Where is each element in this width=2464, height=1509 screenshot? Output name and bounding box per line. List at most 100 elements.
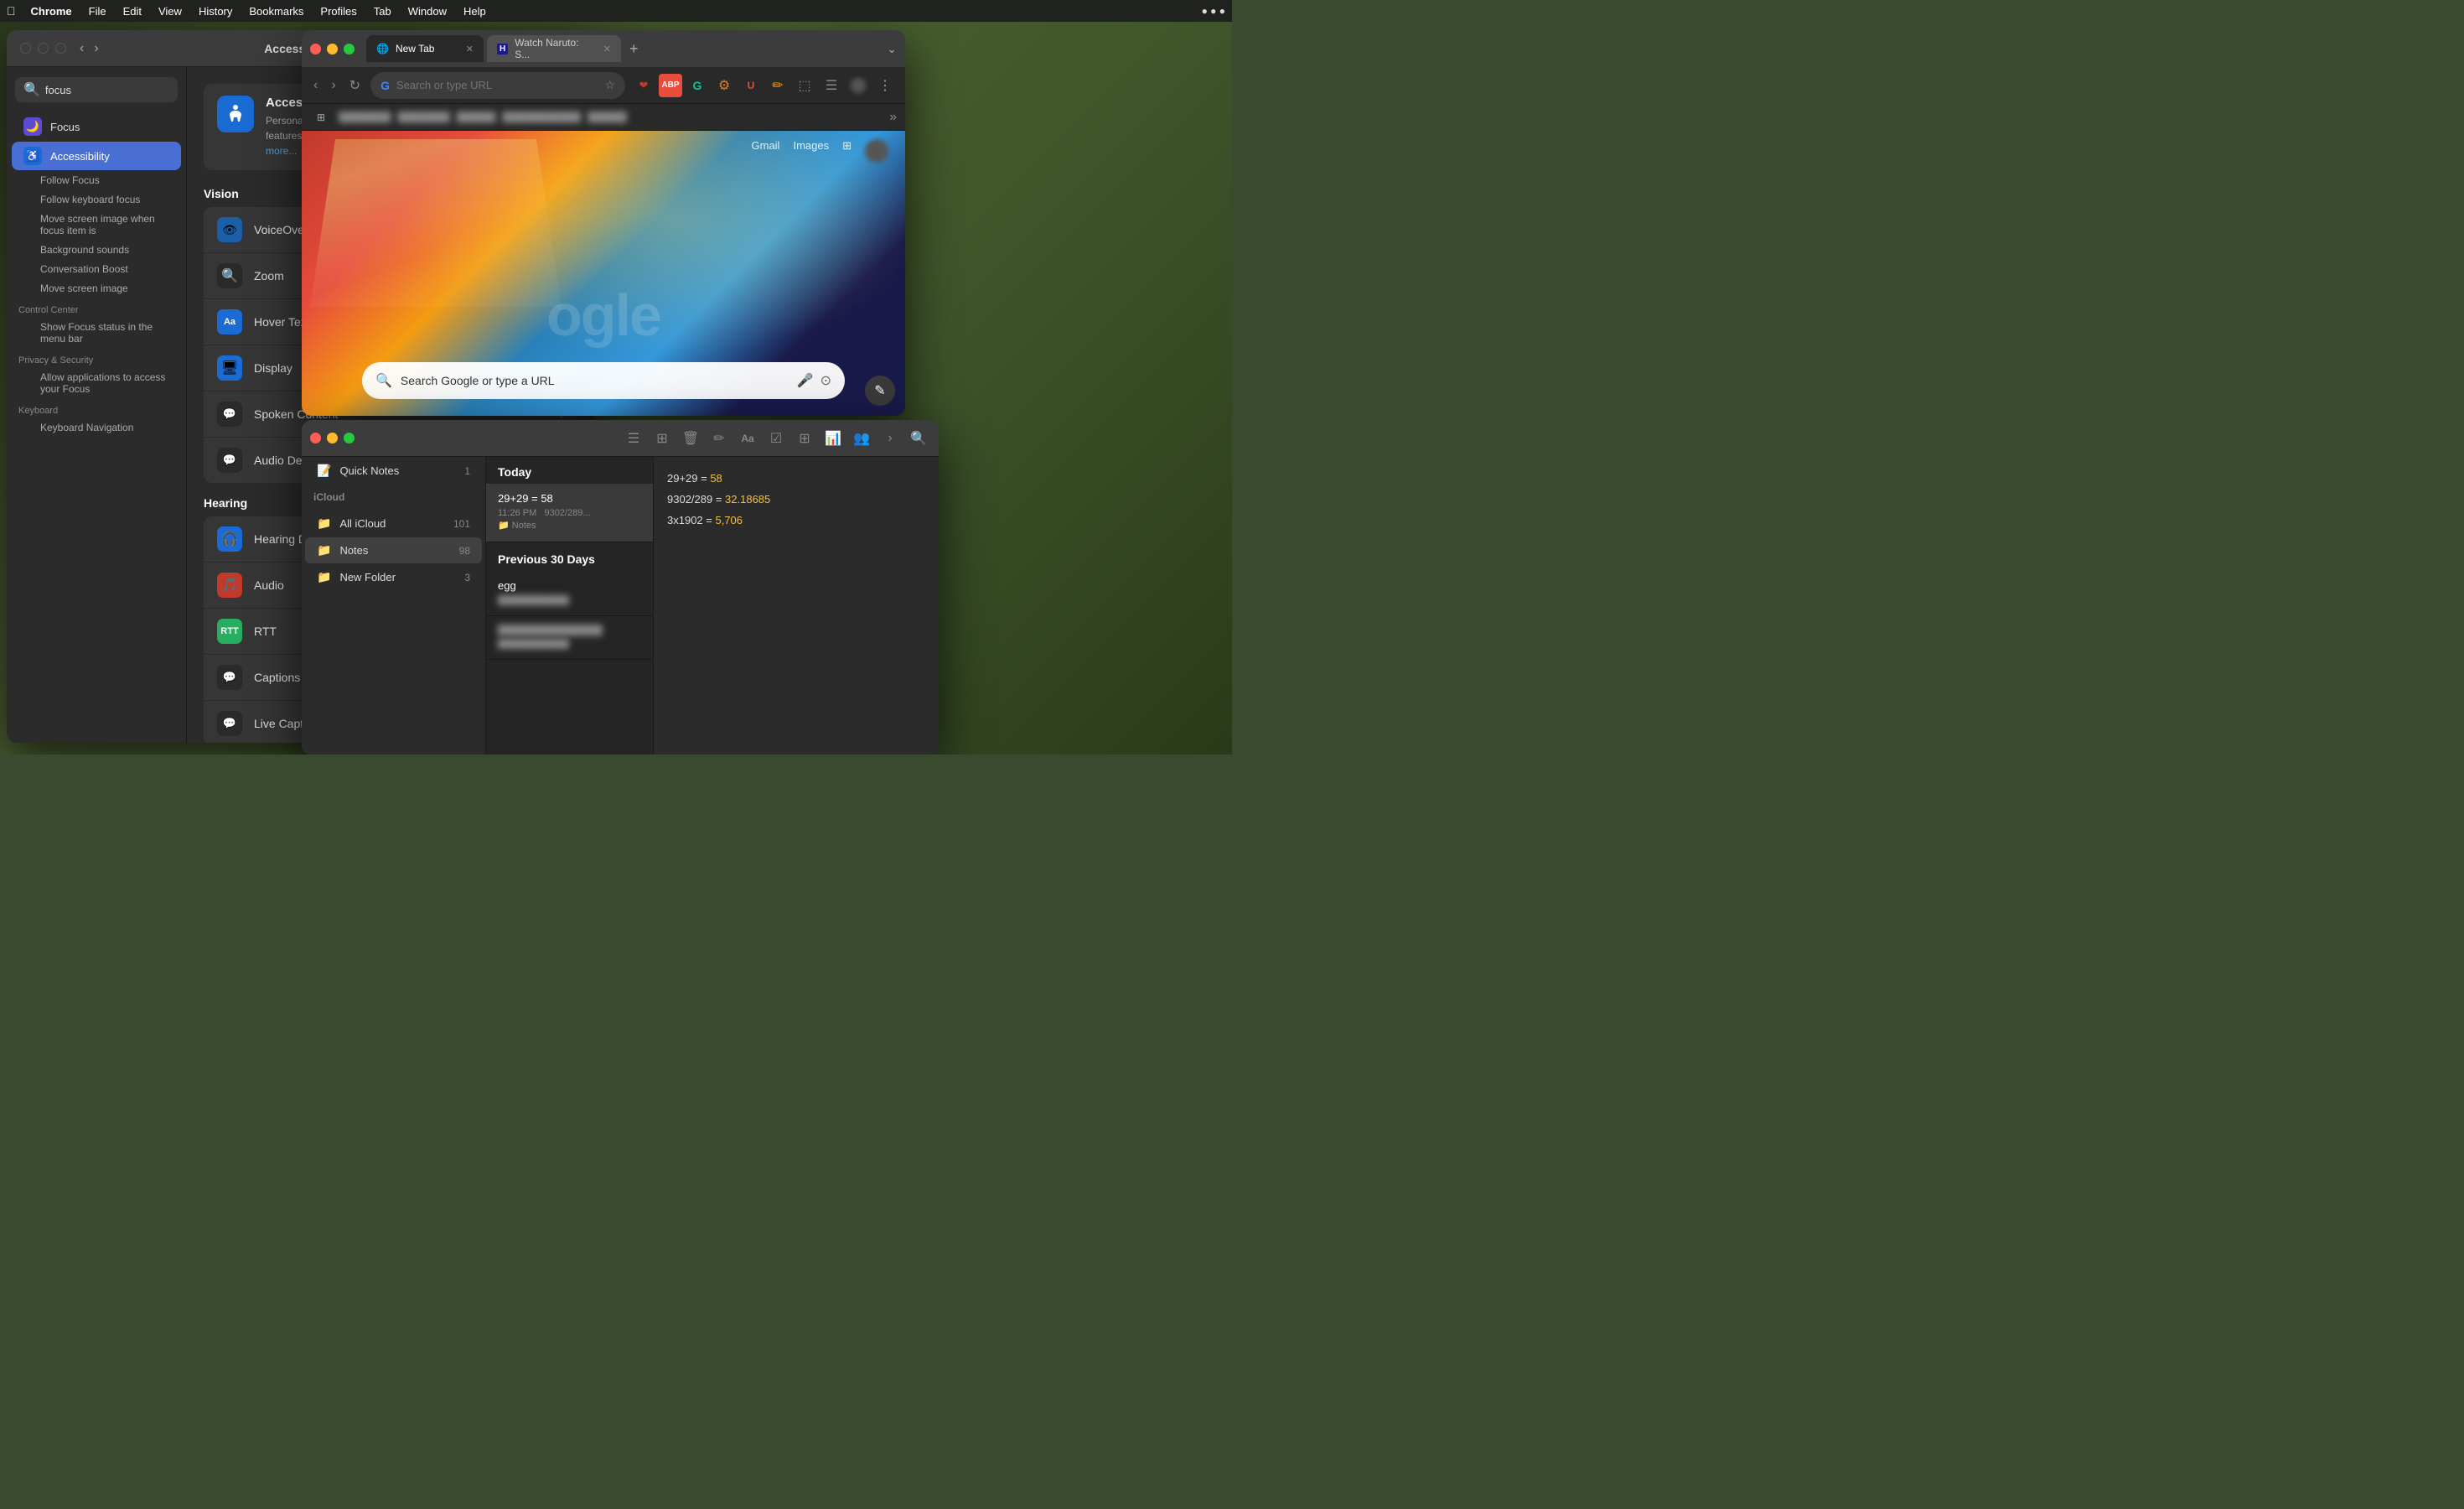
notes-folder-icon: 📁 <box>317 543 331 557</box>
tampermonkey-icon[interactable]: ⚙ <box>712 74 736 97</box>
forward-nav-button[interactable]: › <box>328 75 339 96</box>
google-apps-button[interactable]: ⊞ <box>842 139 852 163</box>
search-box[interactable]: 🔍 ✕ <box>15 77 178 102</box>
google-search-bar[interactable]: 🔍 Search Google or type a URL 🎤 ⊙ <box>362 362 845 399</box>
nav-buttons: ‹ › <box>76 39 102 58</box>
notes-compose-btn[interactable]: ✏ <box>707 427 731 450</box>
adblock-icon[interactable]: ABP <box>659 74 682 97</box>
images-link[interactable]: Images <box>793 139 829 163</box>
sidebar-item-focus[interactable]: 🌙 Focus <box>12 112 181 141</box>
note-item-blurred-1[interactable]: ████████████████ ████████████ <box>486 616 653 660</box>
sidebar-sub-background-sounds[interactable]: Background sounds <box>12 241 181 259</box>
sidebar-sub-allow-applications[interactable]: Allow applications to access your Focus <box>12 368 181 398</box>
highlighter-icon[interactable]: ✏ <box>766 74 789 97</box>
new-tab-close[interactable]: ✕ <box>466 44 474 54</box>
voice-search-icon[interactable]: 🎤 <box>797 372 814 389</box>
menu-item-chrome[interactable]: Chrome <box>24 3 79 19</box>
calc-result-2: 32.18685 <box>725 493 770 506</box>
google-account-avatar[interactable] <box>865 139 888 163</box>
gmail-link[interactable]: Gmail <box>752 139 780 163</box>
notes-delete-btn[interactable]: 🗑 <box>679 427 702 450</box>
notes-folder[interactable]: 📁 Notes 98 <box>305 537 482 563</box>
bookmark-3[interactable]: ██████ <box>457 112 496 122</box>
menu-item-history[interactable]: History <box>192 3 239 19</box>
more-menu-button[interactable]: ⋮ <box>873 74 897 97</box>
bookmark-4[interactable]: ████████████ <box>503 112 582 122</box>
reload-button[interactable]: ↻ <box>346 74 364 97</box>
menu-item-tab[interactable]: Tab <box>367 3 398 19</box>
notes-editor[interactable]: 29+29 = 58 9302/289 = 32.18685 3x1902 = … <box>654 457 939 754</box>
chrome-tab-naruto[interactable]: H Watch Naruto: S... ✕ <box>487 35 621 62</box>
sidebar-sub-move-screen-image[interactable]: Move screen image <box>12 279 181 298</box>
notes-format-aa-btn[interactable]: Aa <box>736 427 759 450</box>
sidebar-sub-follow-keyboard[interactable]: Follow keyboard focus <box>12 190 181 209</box>
close-button[interactable] <box>20 43 31 54</box>
notes-close-button[interactable] <box>310 433 321 443</box>
notes-chart-btn[interactable]: 📊 <box>821 427 845 450</box>
bookmark-5[interactable]: ██████ <box>588 112 627 122</box>
google-search-input[interactable]: Search Google or type a URL <box>401 374 789 387</box>
forward-button[interactable]: › <box>91 39 101 58</box>
notes-checklist-btn[interactable]: ☑ <box>764 427 788 450</box>
notes-grid-view-btn[interactable]: ⊞ <box>650 427 674 450</box>
back-nav-button[interactable]: ‹ <box>310 75 321 96</box>
group-label-keyboard: Keyboard <box>7 399 186 417</box>
quick-notes-folder[interactable]: 📝 Quick Notes 1 <box>305 458 482 484</box>
search-input[interactable] <box>45 84 187 96</box>
maximize-button[interactable] <box>55 43 66 54</box>
sidebar-sub-move-screen[interactable]: Move screen image when focus item is <box>12 210 181 240</box>
notes-collab-btn[interactable]: 👥 <box>850 427 873 450</box>
menu-item-edit[interactable]: Edit <box>116 3 148 19</box>
notes-table-btn[interactable]: ⊞ <box>793 427 816 450</box>
new-tab-button[interactable]: + <box>624 40 644 58</box>
menu-item-window[interactable]: Window <box>401 3 453 19</box>
menu-item-bookmarks[interactable]: Bookmarks <box>242 3 310 19</box>
sidebar-sub-keyboard-navigation[interactable]: Keyboard Navigation <box>12 418 181 437</box>
menu-item-profiles[interactable]: Profiles <box>313 3 363 19</box>
naruto-tab-label: Watch Naruto: S... <box>515 37 597 60</box>
sidebar-item-accessibility[interactable]: ♿ Accessibility <box>12 142 181 170</box>
extension-icon-1[interactable]: ⬚ <box>793 74 816 97</box>
lens-icon[interactable]: ⊙ <box>820 372 831 389</box>
sidebar-sub-follow-focus[interactable]: Follow Focus <box>12 171 181 189</box>
address-bar[interactable]: G ☆ <box>370 72 625 99</box>
back-button[interactable]: ‹ <box>76 39 87 58</box>
grammarly-icon[interactable]: G <box>686 74 709 97</box>
menu-item-help[interactable]: Help <box>457 3 493 19</box>
new-folder-item[interactable]: 📁 New Folder 3 <box>305 564 482 590</box>
menu-item-view[interactable]: View <box>152 3 189 19</box>
chrome-tab-new-tab[interactable]: 🌐 New Tab ✕ <box>366 35 484 62</box>
notes-search-btn[interactable]: 🔍 <box>907 427 930 450</box>
tab-dropdown-button[interactable]: ⌄ <box>887 42 897 56</box>
bookmark-1[interactable]: ████████ <box>339 112 391 122</box>
note-item-egg[interactable]: egg ████████████ <box>486 571 653 616</box>
edit-shortcuts-button[interactable]: ✎ <box>865 376 895 406</box>
notes-content: 29+29 = 58 9302/289 = 32.18685 3x1902 = … <box>667 470 925 529</box>
new-tab-favicon: 🌐 <box>376 43 389 54</box>
notes-list-view-btn[interactable]: ☰ <box>622 427 645 450</box>
bookmarks-more[interactable]: » <box>889 110 897 125</box>
ublock-icon[interactable]: U <box>739 74 763 97</box>
naruto-tab-close[interactable]: ✕ <box>603 44 611 54</box>
note-item-calc[interactable]: 29+29 = 58 11:26 PM 9302/289... 📁 Notes <box>486 484 653 542</box>
bookmark-icon[interactable]: ☆ <box>604 78 615 92</box>
profile-icon[interactable] <box>846 74 870 97</box>
bookmark-2[interactable]: ████████ <box>397 112 449 122</box>
chrome-maximize-button[interactable] <box>344 44 355 54</box>
calc-expression-3: 3x1902 = <box>667 514 715 526</box>
notes-more-btn[interactable]: › <box>878 427 902 450</box>
notes-maximize-button[interactable] <box>344 433 355 443</box>
sidebar-sub-conversation-boost[interactable]: Conversation Boost <box>12 260 181 278</box>
apple-menu[interactable]:  <box>7 4 16 18</box>
all-icloud-folder[interactable]: 📁 All iCloud 101 <box>305 511 482 537</box>
address-input[interactable] <box>396 79 598 91</box>
chrome-close-button[interactable] <box>310 44 321 54</box>
playlist-icon[interactable]: ☰ <box>820 74 843 97</box>
extensions-icon[interactable]: ❤ <box>632 74 655 97</box>
apps-button[interactable]: ⊞ <box>310 110 332 125</box>
notes-minimize-button[interactable] <box>327 433 338 443</box>
chrome-minimize-button[interactable] <box>327 44 338 54</box>
minimize-button[interactable] <box>38 43 49 54</box>
menu-item-file[interactable]: File <box>82 3 113 19</box>
sidebar-sub-show-focus-status[interactable]: Show Focus status in the menu bar <box>12 318 181 348</box>
